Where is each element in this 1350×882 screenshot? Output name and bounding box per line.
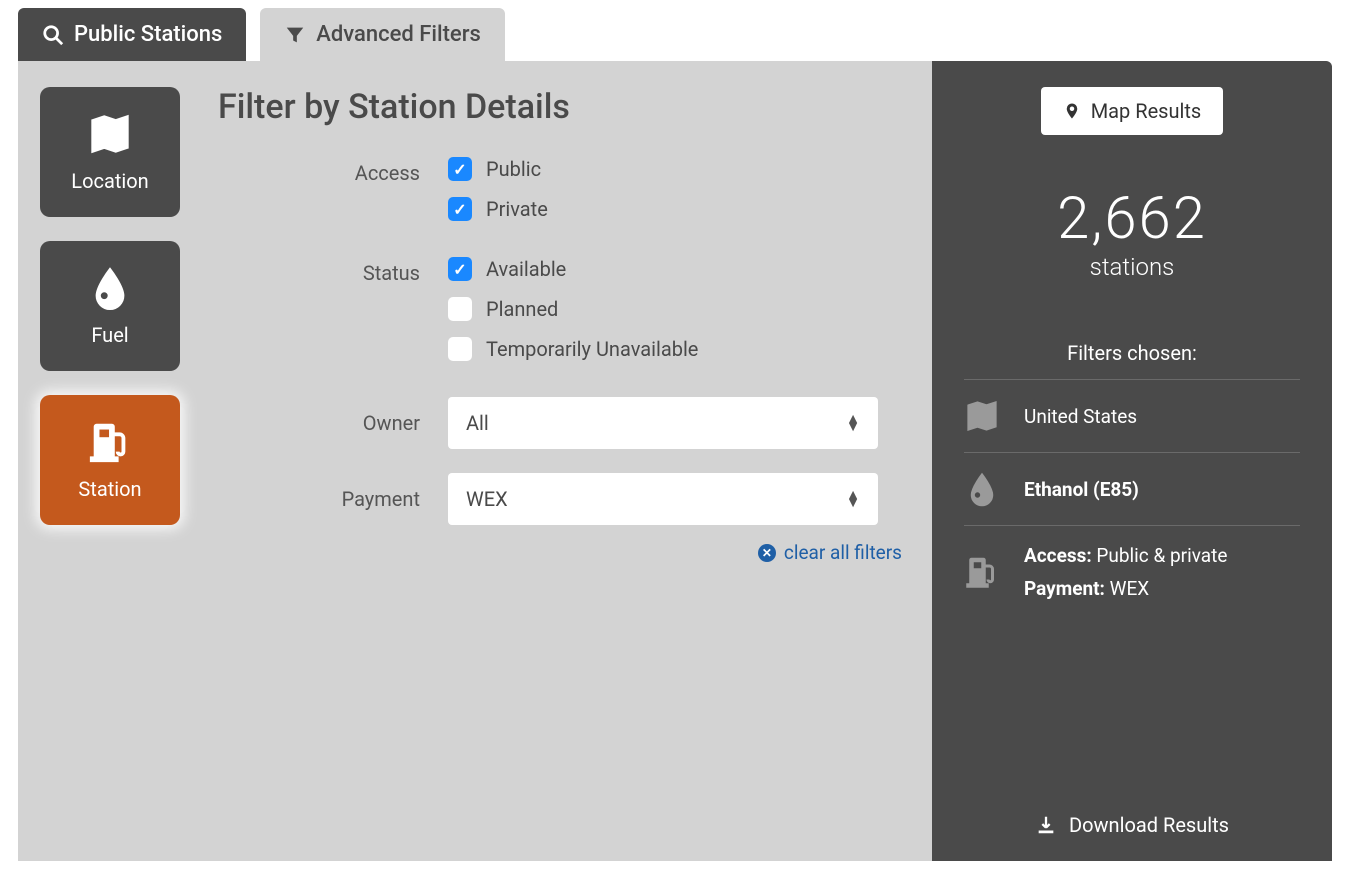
payment-select[interactable]: WEX ▲▼	[448, 473, 878, 525]
access-key: Access:	[1024, 544, 1092, 567]
filter-form: Filter by Station Details Access Public …	[208, 61, 932, 861]
clear-all-filters-link[interactable]: ✕ clear all filters	[758, 541, 902, 564]
tab-label: Advanced Filters	[316, 22, 481, 47]
check-icon	[448, 297, 472, 321]
nav-label: Station	[78, 477, 141, 501]
filter-panel: Location Fuel Station Filter by Station …	[18, 61, 1332, 861]
station-count-label: stations	[964, 253, 1300, 281]
filter-text: United States	[1024, 405, 1300, 428]
checkbox-label: Planned	[486, 297, 558, 321]
status-label: Status	[218, 257, 448, 285]
download-label: Download Results	[1069, 813, 1229, 837]
payment-val: WEX	[1105, 577, 1149, 600]
select-value: WEX	[466, 487, 508, 511]
payment-key: Payment:	[1024, 577, 1105, 600]
filter-icon	[284, 24, 306, 46]
map-results-button[interactable]: Map Results	[1041, 87, 1224, 135]
chosen-filter-location: United States	[964, 379, 1300, 452]
clear-label: clear all filters	[784, 541, 902, 564]
nav-label: Fuel	[91, 323, 128, 347]
sort-caret-icon: ▲▼	[846, 415, 860, 432]
check-icon	[448, 157, 472, 181]
page-title: Filter by Station Details	[218, 87, 908, 127]
tab-public-stations[interactable]: Public Stations	[18, 8, 246, 61]
checkbox-temp-unavailable[interactable]: Temporarily Unavailable	[448, 337, 698, 361]
filter-text: Ethanol (E85)	[1024, 478, 1139, 501]
select-value: All	[466, 411, 489, 435]
nav-fuel[interactable]: Fuel	[40, 241, 180, 371]
checkbox-label: Public	[486, 157, 541, 181]
checkbox-label: Private	[486, 197, 548, 221]
filters-chosen-title: Filters chosen:	[964, 341, 1300, 365]
top-tabs: Public Stations Advanced Filters	[0, 0, 1350, 61]
checkbox-public[interactable]: Public	[448, 157, 548, 181]
filter-nav: Location Fuel Station	[18, 61, 208, 861]
download-icon	[1035, 814, 1057, 836]
map-icon	[964, 398, 1000, 434]
check-icon	[448, 197, 472, 221]
row-payment: Payment WEX ▲▼	[218, 473, 908, 525]
checkbox-label: Temporarily Unavailable	[486, 337, 698, 361]
download-results-link[interactable]: Download Results	[932, 813, 1332, 837]
checkbox-available[interactable]: Available	[448, 257, 698, 281]
payment-label: Payment	[218, 487, 448, 511]
access-val: Public & private	[1092, 544, 1228, 567]
checkbox-planned[interactable]: Planned	[448, 297, 698, 321]
sort-caret-icon: ▲▼	[846, 491, 860, 508]
button-label: Map Results	[1091, 99, 1202, 123]
chosen-filter-fuel: Ethanol (E85)	[964, 452, 1300, 525]
nav-station[interactable]: Station	[40, 395, 180, 525]
nav-label: Location	[71, 169, 148, 193]
close-circle-icon: ✕	[758, 544, 776, 562]
tab-advanced-filters[interactable]: Advanced Filters	[260, 8, 505, 61]
check-icon	[448, 257, 472, 281]
search-icon	[42, 24, 64, 46]
access-label: Access	[218, 157, 448, 185]
check-icon	[448, 337, 472, 361]
owner-label: Owner	[218, 411, 448, 435]
drop-icon	[964, 471, 1000, 507]
pump-icon	[964, 554, 1000, 590]
checkbox-private[interactable]: Private	[448, 197, 548, 221]
row-status: Status Available Planned Temporarily Una…	[218, 257, 908, 361]
chosen-filter-station: Access: Public & private Payment: WEX	[964, 525, 1300, 618]
checkbox-label: Available	[486, 257, 566, 281]
tab-label: Public Stations	[74, 22, 222, 47]
row-owner: Owner All ▲▼	[218, 397, 908, 449]
station-count: 2,662	[964, 185, 1300, 253]
results-panel: Map Results 2,662 stations Filters chose…	[932, 61, 1332, 861]
owner-select[interactable]: All ▲▼	[448, 397, 878, 449]
pump-icon	[87, 419, 133, 465]
nav-location[interactable]: Location	[40, 87, 180, 217]
drop-icon	[87, 265, 133, 311]
map-icon	[87, 111, 133, 157]
pin-icon	[1063, 100, 1081, 122]
row-access: Access Public Private	[218, 157, 908, 221]
